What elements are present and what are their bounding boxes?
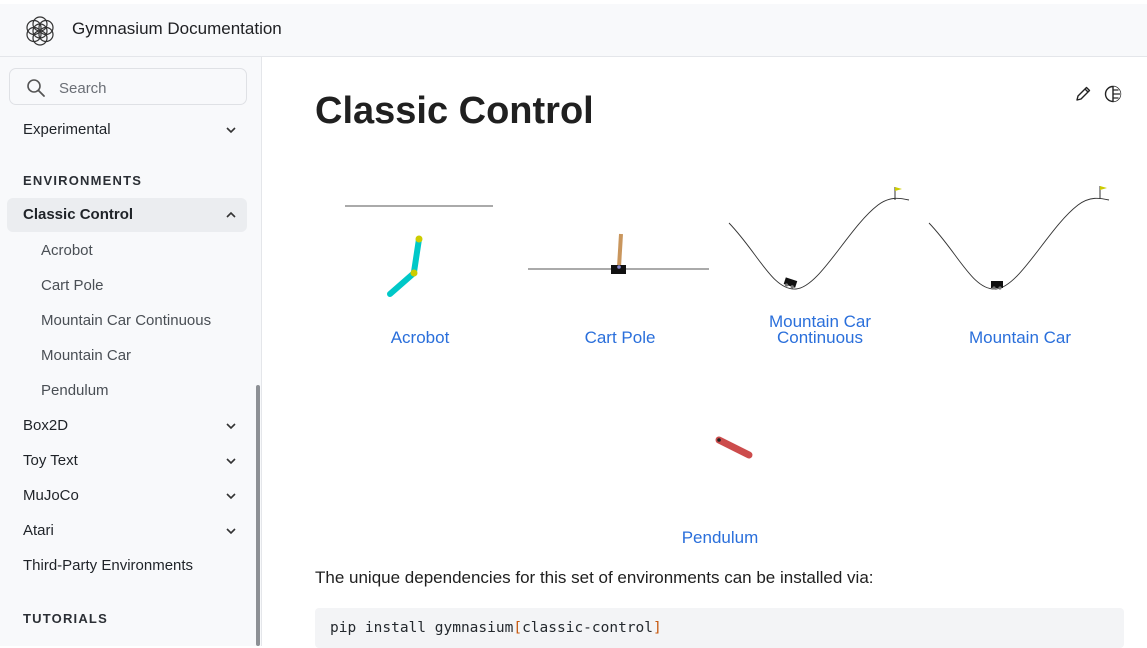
acrobot-render-image: [345, 205, 493, 297]
sidebar-item-label: Toy Text: [23, 452, 78, 469]
sidebar-subitem-cart-pole[interactable]: Cart Pole: [41, 271, 104, 301]
chevron-down-icon[interactable]: [225, 124, 237, 136]
sidebar-item-label: Box2D: [23, 417, 69, 434]
top-navbar: Gymnasium Documentation: [0, 4, 1147, 57]
page-title: Classic Control: [315, 90, 594, 132]
sidebar-item-third-party-environments[interactable]: Third-Party Environments: [7, 549, 247, 583]
chevron-down-icon[interactable]: [225, 420, 237, 432]
mountain-car-continuous-render-image: [728, 187, 910, 290]
sidebar-item-label: Experimental: [23, 121, 111, 138]
chevron-down-icon[interactable]: [225, 455, 237, 467]
sidebar-item-box2d[interactable]: Box2D: [7, 409, 247, 443]
search-input[interactable]: [57, 76, 241, 100]
gymnasium-logo-icon[interactable]: [22, 13, 58, 49]
search-icon: [27, 79, 45, 97]
theme-toggle-icon[interactable]: [1104, 85, 1122, 103]
env-link-mountain-car[interactable]: Mountain Car: [930, 329, 1110, 346]
env-link-acrobot[interactable]: Acrobot: [330, 329, 510, 346]
dependencies-text: The unique dependencies for this set of …: [315, 568, 874, 587]
section-caption-tutorials: TUTORIALS: [23, 611, 108, 626]
mountain-car-render-image: [928, 186, 1110, 290]
sidebar-item-label: Third-Party Environments: [23, 557, 194, 574]
env-link-cart-pole[interactable]: Cart Pole: [530, 329, 710, 346]
sidebar-subitem-mountain-car[interactable]: Mountain Car: [41, 341, 131, 371]
sidebar-item-mujoco[interactable]: MuJoCo: [7, 479, 247, 513]
code-line: pip install gymnasium[classic-control]: [330, 620, 662, 636]
env-link-mountain-car-continuous[interactable]: Mountain Car Continuous: [730, 313, 910, 346]
sidebar-subitem-pendulum[interactable]: Pendulum: [41, 376, 109, 406]
pencil-icon[interactable]: [1074, 85, 1092, 103]
sidebar-item-label: Atari: [23, 522, 54, 539]
sidebar-subitem-mountain-car-continuous[interactable]: Mountain Car Continuous: [41, 306, 211, 336]
sidebar-item-label: Classic Control: [23, 206, 134, 223]
sidebar-item-classic-control[interactable]: Classic Control: [7, 198, 247, 232]
sidebar-item-label: MuJoCo: [23, 487, 79, 504]
section-caption-environments: ENVIRONMENTS: [23, 173, 143, 188]
pendulum-render-image: [715, 436, 753, 459]
chevron-down-icon[interactable]: [225, 525, 237, 537]
sidebar-item-experimental[interactable]: Experimental: [7, 113, 247, 147]
code-block[interactable]: pip install gymnasium[classic-control]: [315, 608, 1124, 648]
sidebar-item-toy-text[interactable]: Toy Text: [7, 444, 247, 478]
chevron-up-icon[interactable]: [225, 209, 237, 221]
search-box[interactable]: [9, 68, 247, 105]
sidebar-subitem-acrobot[interactable]: Acrobot: [41, 236, 93, 266]
env-link-pendulum[interactable]: Pendulum: [630, 529, 810, 546]
sidebar-scrollbar[interactable]: [256, 385, 260, 646]
sidebar: Experimental ENVIRONMENTS Classic Contro…: [0, 57, 262, 646]
cart-pole-render-image: [528, 233, 709, 274]
site-title[interactable]: Gymnasium Documentation: [72, 19, 282, 39]
sidebar-item-atari[interactable]: Atari: [7, 514, 247, 548]
chevron-down-icon[interactable]: [225, 490, 237, 502]
